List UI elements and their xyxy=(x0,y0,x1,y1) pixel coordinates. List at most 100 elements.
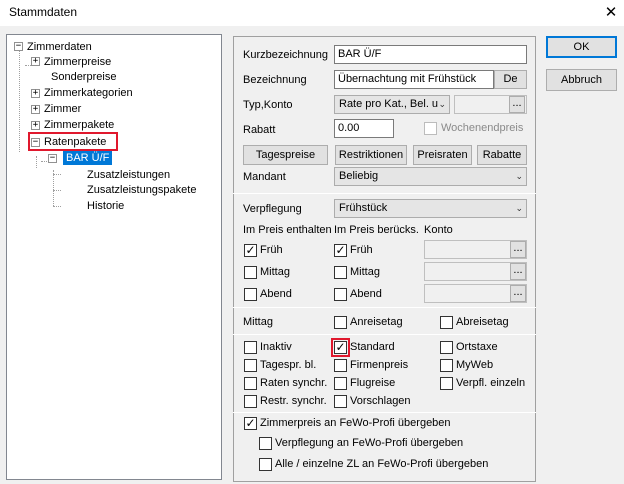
frueh-enthalten-label: Früh xyxy=(260,244,283,256)
verpfl-einzeln-label: Verpfl. einzeln xyxy=(456,377,526,389)
firmenpreis-label: Firmenpreis xyxy=(350,359,409,371)
collapse-icon[interactable]: − xyxy=(48,154,57,163)
tree-item-zimmerkategorien[interactable]: Zimmerkategorien xyxy=(44,86,133,100)
kurzbezeichnung-input[interactable]: BAR Ü/F xyxy=(334,45,527,64)
title-bar xyxy=(0,0,624,26)
abend-beruecks-label: Abend xyxy=(350,288,382,300)
separator xyxy=(233,412,536,413)
abbruch-button[interactable]: Abbruch xyxy=(546,69,617,91)
ok-button[interactable]: OK xyxy=(546,36,617,58)
tree-item-zusatzleistungspakete[interactable]: Zusatzleistungspakete xyxy=(87,183,196,197)
anreisetag-checkbox[interactable] xyxy=(334,316,347,329)
vorschlagen-checkbox[interactable] xyxy=(334,395,347,408)
expand-icon[interactable]: + xyxy=(31,57,40,66)
abend-beruecks-checkbox[interactable] xyxy=(334,288,347,301)
mandant-select[interactable]: Beliebig ⌄ xyxy=(334,167,527,186)
wochenendpreis-label: Wochenendpreis xyxy=(441,122,524,134)
flugreise-checkbox[interactable] xyxy=(334,377,347,390)
tree-item-sonderpreise[interactable]: Sonderpreise xyxy=(51,70,116,84)
tree-item-zimmerpakete[interactable]: Zimmerpakete xyxy=(44,118,114,132)
restriktionen-button[interactable]: Restriktionen xyxy=(335,145,407,165)
frueh-enthalten-checkbox[interactable]: ✓ xyxy=(244,244,257,257)
col-enthalten-header: Im Preis enthalten xyxy=(243,224,332,236)
fewo-zl-label: Alle / einzelne ZL an FeWo-Profi übergeb… xyxy=(275,458,489,470)
firmenpreis-checkbox[interactable] xyxy=(334,359,347,372)
fewo-verpflegung-label: Verpflegung an FeWo-Profi übergeben xyxy=(275,437,464,449)
tree-item-zimmer[interactable]: Zimmer xyxy=(44,102,81,116)
frueh-beruecks-checkbox[interactable]: ✓ xyxy=(334,244,347,257)
restr-synchr-label: Restr. synchr. xyxy=(260,395,327,407)
mittag-enthalten-checkbox[interactable] xyxy=(244,266,257,279)
language-button[interactable]: De xyxy=(494,70,527,89)
standard-label: Standard xyxy=(350,341,395,353)
raten-synchr-checkbox[interactable] xyxy=(244,377,257,390)
verpflegung-select[interactable]: Frühstück ⌄ xyxy=(334,199,527,218)
separator xyxy=(233,334,536,335)
mandant-select-value: Beliebig xyxy=(339,170,379,182)
inaktiv-checkbox[interactable] xyxy=(244,341,257,354)
abend-enthalten-label: Abend xyxy=(260,288,292,300)
typ-select-value: Rate pro Kat., Bel. u xyxy=(339,98,439,110)
expand-icon[interactable]: + xyxy=(31,89,40,98)
bezeichnung-input[interactable]: Übernachtung mit Frühstück xyxy=(334,70,494,89)
tagespr-bl-checkbox[interactable] xyxy=(244,359,257,372)
tree-item-historie[interactable]: Historie xyxy=(87,199,124,213)
rabatt-label: Rabatt xyxy=(243,124,276,136)
konto-browse-button[interactable]: ... xyxy=(509,96,525,113)
typ-select[interactable]: Rate pro Kat., Bel. u ⌄ xyxy=(334,95,450,114)
tagespreise-button[interactable]: Tagespreise xyxy=(243,145,328,165)
tree-guide xyxy=(53,170,54,206)
expand-icon[interactable]: + xyxy=(31,105,40,114)
myweb-label: MyWeb xyxy=(456,359,494,371)
fewo-zimmerpreis-checkbox[interactable]: ✓ xyxy=(244,417,257,430)
typkonto-label: Typ,Konto xyxy=(243,99,293,111)
mittag-row-label: Mittag xyxy=(243,316,273,328)
tree-item-zimmerdaten[interactable]: Zimmerdaten xyxy=(27,40,92,54)
abend-konto-browse-button[interactable]: ... xyxy=(510,285,526,302)
tree-item-zusatzleistungen[interactable]: Zusatzleistungen xyxy=(87,168,170,182)
expand-icon[interactable]: + xyxy=(31,121,40,130)
mittag-konto-browse-button[interactable]: ... xyxy=(510,263,526,280)
flugreise-label: Flugreise xyxy=(350,377,396,389)
col-beruecks-header: Im Preis berücks. xyxy=(334,224,419,236)
chevron-down-icon: ⌄ xyxy=(438,99,446,109)
mandant-label: Mandant xyxy=(243,171,286,183)
mittag-beruecks-checkbox[interactable] xyxy=(334,266,347,279)
myweb-checkbox[interactable] xyxy=(440,359,453,372)
verpfl-einzeln-checkbox[interactable] xyxy=(440,377,453,390)
frueh-konto-browse-button[interactable]: ... xyxy=(510,241,526,258)
rabatte-button[interactable]: Rabatte xyxy=(477,145,527,165)
fewo-zimmerpreis-label: Zimmerpreis an FeWo-Profi übergeben xyxy=(260,417,451,429)
kurzbezeichnung-label: Kurzbezeichnung xyxy=(243,49,329,61)
abend-enthalten-checkbox[interactable] xyxy=(244,288,257,301)
tree-guide xyxy=(53,190,61,191)
wochenendpreis-checkbox xyxy=(424,122,437,135)
mittag-beruecks-label: Mittag xyxy=(350,266,380,278)
tree-item-zimmerpreise[interactable]: Zimmerpreise xyxy=(44,55,111,69)
fewo-zl-checkbox[interactable] xyxy=(259,458,272,471)
tagespr-bl-label: Tagespr. bl. xyxy=(260,359,317,371)
rabatt-input[interactable]: 0.00 xyxy=(334,119,394,138)
mittag-enthalten-label: Mittag xyxy=(260,266,290,278)
tree-guide xyxy=(36,156,37,168)
raten-synchr-label: Raten synchr. xyxy=(260,377,328,389)
fewo-verpflegung-checkbox[interactable] xyxy=(259,437,272,450)
chevron-down-icon: ⌄ xyxy=(515,171,523,181)
separator xyxy=(233,307,536,308)
tree-guide xyxy=(53,174,61,175)
preisraten-button[interactable]: Preisraten xyxy=(413,145,472,165)
highlight-box xyxy=(28,132,118,151)
tree-view[interactable]: − Zimmerdaten + Zimmerpreise Sonderpreis… xyxy=(6,34,222,480)
collapse-icon[interactable]: − xyxy=(14,42,23,51)
abreisetag-checkbox[interactable] xyxy=(440,316,453,329)
col-konto-header: Konto xyxy=(424,224,453,236)
tree-item-bar-uf[interactable]: BAR Ü/F xyxy=(63,151,113,165)
verpflegung-select-value: Frühstück xyxy=(339,202,388,214)
chevron-down-icon: ⌄ xyxy=(515,203,523,213)
separator xyxy=(233,193,536,194)
anreisetag-label: Anreisetag xyxy=(350,316,403,328)
ortstaxe-checkbox[interactable] xyxy=(440,341,453,354)
close-icon[interactable]: ✕ xyxy=(598,2,624,24)
inaktiv-label: Inaktiv xyxy=(260,341,292,353)
restr-synchr-checkbox[interactable] xyxy=(244,395,257,408)
